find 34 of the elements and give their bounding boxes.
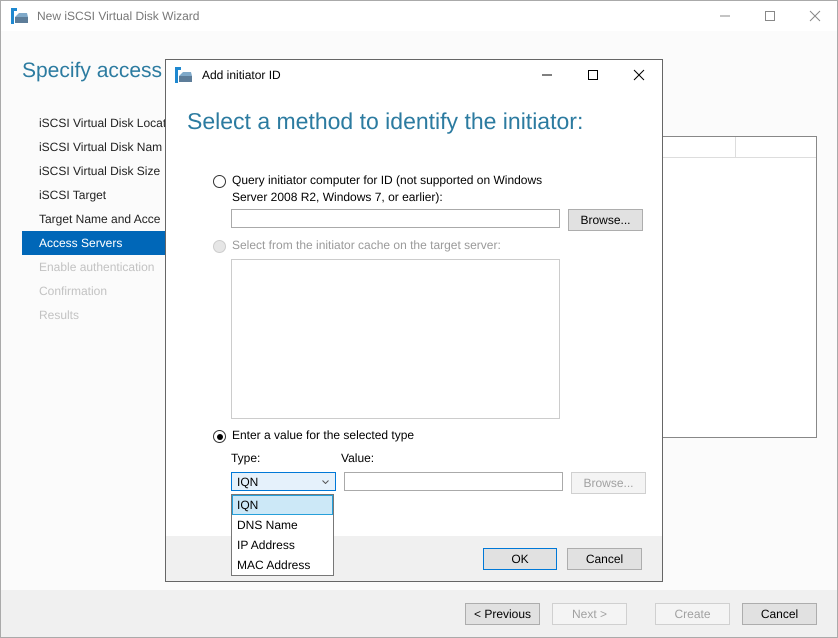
wizard-step[interactable]: Target Name and Acce [22, 207, 166, 231]
radio-button[interactable] [213, 430, 226, 443]
dropdown-option[interactable]: IQN [232, 495, 333, 515]
dialog-heading: Select a method to identify the initiator: [187, 108, 584, 136]
disk-icon [11, 8, 29, 24]
dropdown-option[interactable]: IP Address [232, 535, 333, 555]
option-label: Query initiator computer for ID (not supported on Windows Server 2008 R2, Windows 7, or earlier): [232, 172, 544, 206]
dialog-button[interactable]: Cancel [567, 548, 642, 570]
window-title: New iSCSI Virtual Disk Wizard [37, 9, 200, 23]
wizard-button[interactable]: < Previous [465, 602, 540, 624]
option-label: Enter a value for the selected type [232, 427, 414, 444]
type-dropdown[interactable]: IQN [231, 472, 336, 491]
dialog-button[interactable]: OK [483, 548, 557, 570]
wizard-button[interactable]: Cancel [742, 602, 817, 624]
maximize-icon[interactable] [587, 69, 599, 81]
wizard-step[interactable]: iSCSI Target [22, 183, 166, 207]
type-label: Type: [231, 451, 262, 467]
dialog-title: Add initiator ID [202, 68, 281, 82]
dropdown-option[interactable]: MAC Address [232, 555, 333, 575]
disk-icon [175, 67, 193, 83]
page-title: Specify access [22, 59, 163, 84]
value-field[interactable] [344, 472, 563, 491]
caret-icon [322, 480, 329, 484]
close-icon[interactable] [633, 69, 645, 81]
computer-field[interactable] [231, 209, 560, 228]
wizard-step[interactable]: iSCSI Virtual Disk Nam [22, 135, 166, 159]
wizard-step[interactable]: iSCSI Virtual Disk Locat [22, 111, 166, 135]
value-label: Value: [341, 451, 374, 467]
radio-button[interactable] [213, 175, 226, 188]
option-label: Select from the initiator cache on the target server: [232, 237, 501, 254]
wizard-step[interactable]: Access Servers [22, 231, 166, 255]
wizard-step[interactable]: iSCSI Virtual Disk Size [22, 159, 166, 183]
browse-button[interactable]: Browse... [568, 209, 643, 231]
dropdown-option[interactable]: DNS Name [232, 515, 333, 535]
